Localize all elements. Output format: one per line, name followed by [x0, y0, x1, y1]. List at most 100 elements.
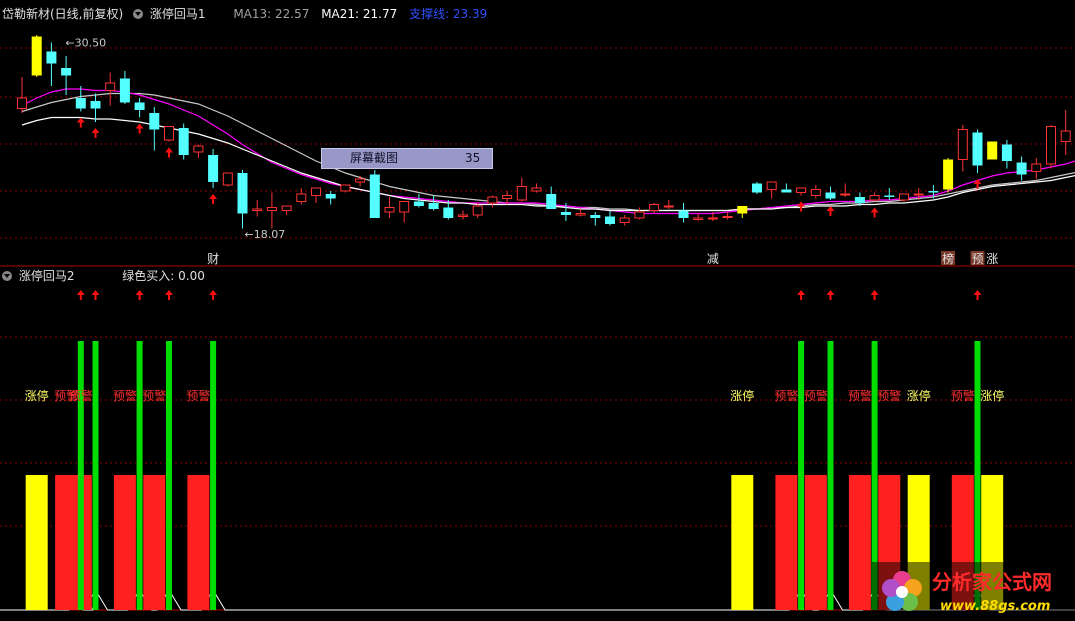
- signal-label: 预警: [69, 388, 93, 403]
- candle-body: [311, 187, 321, 196]
- candle-body: [590, 215, 601, 218]
- buy-arrow-top: [870, 207, 879, 218]
- candle-body: [266, 207, 277, 211]
- candle-body: [458, 214, 468, 217]
- indicator-name[interactable]: 涨停回马1: [150, 7, 206, 21]
- signal-bar: [25, 475, 48, 610]
- candle-body: [208, 155, 219, 182]
- candle-body: [987, 141, 998, 160]
- signal-label: 预警: [804, 388, 828, 403]
- candle-body: [90, 101, 101, 109]
- buy-signal-line: [92, 341, 99, 610]
- buy-arrow-top: [91, 128, 100, 138]
- low-price-label: ←18.07: [245, 228, 286, 241]
- candle-body: [752, 183, 762, 193]
- candle-body: [1046, 126, 1056, 165]
- candle-body: [399, 201, 410, 213]
- signal-bar: [143, 475, 166, 610]
- stock-title: 岱勒新材(日线,前复权): [2, 7, 124, 21]
- candle-body: [899, 193, 909, 201]
- candle-body: [237, 173, 248, 214]
- candle-body: [546, 194, 557, 209]
- candle-body: [619, 217, 630, 223]
- support-value: 支撑线: 23.39: [409, 7, 488, 21]
- candle-body: [972, 132, 983, 166]
- candle-body: [119, 78, 130, 103]
- event-marker: 涨: [986, 251, 998, 266]
- candle-body: [737, 206, 748, 214]
- candle-body: [854, 197, 865, 203]
- candle-body: [164, 126, 174, 141]
- buy-signal-line: [827, 341, 834, 610]
- candle-body: [384, 207, 395, 213]
- candle-body: [17, 97, 27, 109]
- signal-label: 预警: [113, 388, 137, 403]
- signal-bar: [775, 475, 798, 610]
- candle-body: [149, 113, 160, 130]
- candle-body: [928, 191, 939, 193]
- candle-body: [943, 159, 954, 190]
- top-panel-header: 岱勒新材(日线,前复权) 涨停回马1 MA13: 22.57 MA21: 21.…: [2, 6, 487, 22]
- signal-bar: [804, 475, 827, 610]
- candle-body: [487, 196, 498, 204]
- candle-body: [75, 98, 86, 109]
- popup-label: 屏幕截图: [350, 151, 399, 165]
- buy-signal-line: [166, 341, 172, 610]
- signal-label: 预警: [142, 388, 166, 403]
- buy-arrow-bottom: [870, 290, 879, 300]
- candle-body: [516, 186, 527, 201]
- indicator-menu-icon[interactable]: [133, 9, 144, 19]
- signal-bar: [187, 475, 210, 610]
- candle-body: [1060, 130, 1071, 142]
- event-marker: 减: [707, 252, 719, 266]
- candle-body: [222, 172, 233, 186]
- watermark-url: www.88gs.com: [940, 599, 1050, 614]
- buy-arrow-bottom: [91, 290, 100, 300]
- buy-arrow-bottom: [973, 290, 982, 300]
- ma21-value: MA21: 21.77: [321, 7, 398, 21]
- candle-body: [796, 187, 807, 193]
- candle-body: [1031, 163, 1042, 172]
- signal-label: 涨停: [907, 388, 931, 403]
- candle-body: [355, 178, 366, 183]
- candle-body: [634, 211, 645, 219]
- watermark-brand: 分析家公式网: [932, 570, 1052, 594]
- candle-body: [369, 174, 380, 218]
- indicator2-menu-icon[interactable]: [2, 271, 12, 281]
- screenshot-popup[interactable]: 屏幕截图 35: [321, 148, 493, 169]
- event-marker: 榜: [942, 251, 954, 266]
- buy-arrow-bottom: [826, 290, 835, 300]
- signal-label: 预警: [877, 388, 901, 403]
- signal-bar: [731, 475, 754, 610]
- candle-body: [472, 205, 483, 216]
- candle-body: [31, 36, 42, 76]
- candle-body: [193, 145, 204, 153]
- candle-body: [178, 128, 189, 155]
- indicator2-name[interactable]: 涨停回马2: [19, 269, 75, 283]
- buy-arrow-top: [209, 194, 218, 204]
- signal-bar: [113, 475, 136, 610]
- candle-body: [443, 207, 454, 218]
- candle-body: [722, 216, 733, 218]
- candle-body: [428, 203, 439, 209]
- green-buy-value: 绿色买入: 0.00: [122, 269, 205, 283]
- event-marker: 预: [972, 252, 984, 266]
- candle-body: [1001, 144, 1012, 161]
- candle-body: [810, 189, 821, 196]
- candle-body: [663, 205, 674, 208]
- buy-arrow-top: [76, 117, 85, 128]
- candle-body: [46, 51, 57, 64]
- candle-body: [413, 201, 424, 206]
- stock-chart[interactable]: ←30.50←18.07财减榜预涨涨停 预警预警 预警 预警 预警 涨停 预警 预警 预警 预警涨…: [0, 0, 1075, 621]
- event-marker: 财: [207, 252, 219, 266]
- candle-body: [281, 205, 292, 211]
- buy-arrow-top: [135, 123, 144, 134]
- buy-arrow-bottom: [135, 290, 144, 300]
- signal-label: 预警: [774, 388, 798, 403]
- candle-body: [252, 208, 263, 211]
- candle-body: [884, 195, 895, 197]
- candle-body: [766, 181, 777, 190]
- ma13-value: MA13: 22.57: [233, 7, 310, 21]
- watermark-logo: 分析家公式网 www.88gs.com: [872, 562, 1075, 621]
- candle-body: [325, 194, 336, 199]
